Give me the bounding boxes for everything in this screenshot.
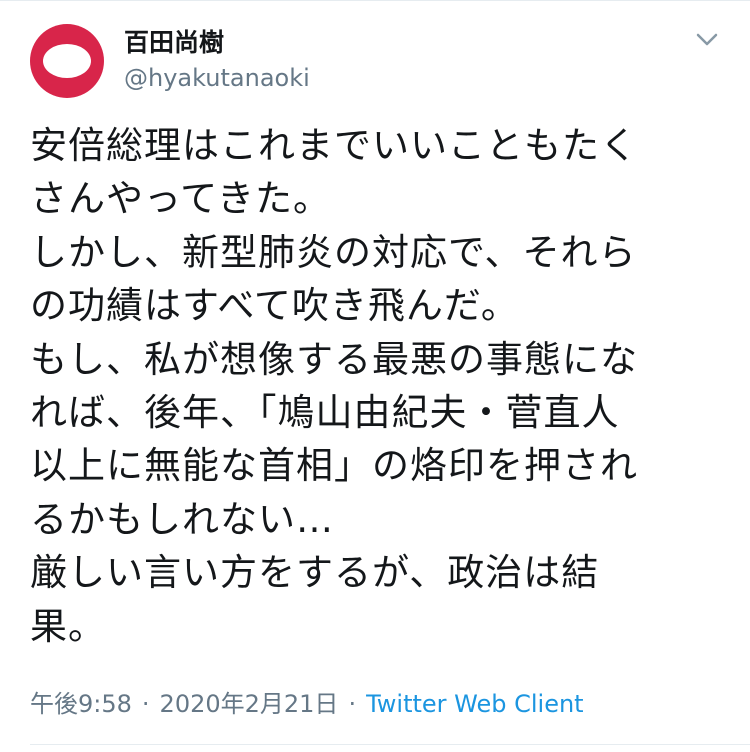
tweet-meta: 午後9:58 · 2020年2月21日 · Twitter Web Client	[30, 688, 584, 720]
chevron-down-icon[interactable]	[692, 28, 722, 50]
tweet-line: れば、後年、「鳩山由紀夫・菅直人	[30, 391, 620, 435]
tweet-client-link[interactable]: Twitter Web Client	[366, 688, 584, 720]
tweet-line: の功績はすべて吹き飛んだ。	[30, 284, 519, 328]
tweet-line: 安倍総理はこれまでいいこともたく	[30, 124, 638, 167]
tweet-line: もし、私が想像する最悪の事態にな	[30, 337, 638, 381]
bottom-divider	[30, 744, 750, 745]
avatar-logo	[43, 44, 91, 78]
meta-separator: ·	[348, 690, 357, 718]
meta-separator: ·	[141, 690, 150, 718]
display-name[interactable]: 百田尚樹	[124, 28, 224, 58]
tweet-line: さんやってきた。	[30, 177, 332, 221]
avatar[interactable]	[30, 24, 104, 98]
tweet-text: 安倍総理はこれまでいいこともたく さんやってきた。しかし、新型肺炎の対応で、それら…	[30, 119, 730, 653]
tweet-time[interactable]: 午後9:58	[30, 688, 132, 720]
user-handle[interactable]: @hyakutanaoki	[124, 63, 310, 93]
tweet-line: しかし、新型肺炎の対応で、それら	[30, 230, 637, 274]
tweet-line: 果。	[30, 604, 106, 648]
tweet-line: 厳しい言い方をするが、政治は結	[30, 551, 600, 595]
tweet-line: るかもしれない…	[30, 497, 334, 541]
top-divider	[0, 0, 750, 1]
tweet-date[interactable]: 2020年2月21日	[160, 688, 339, 720]
tweet-line: 以上に無能な首相」の烙印を押され	[30, 444, 638, 488]
